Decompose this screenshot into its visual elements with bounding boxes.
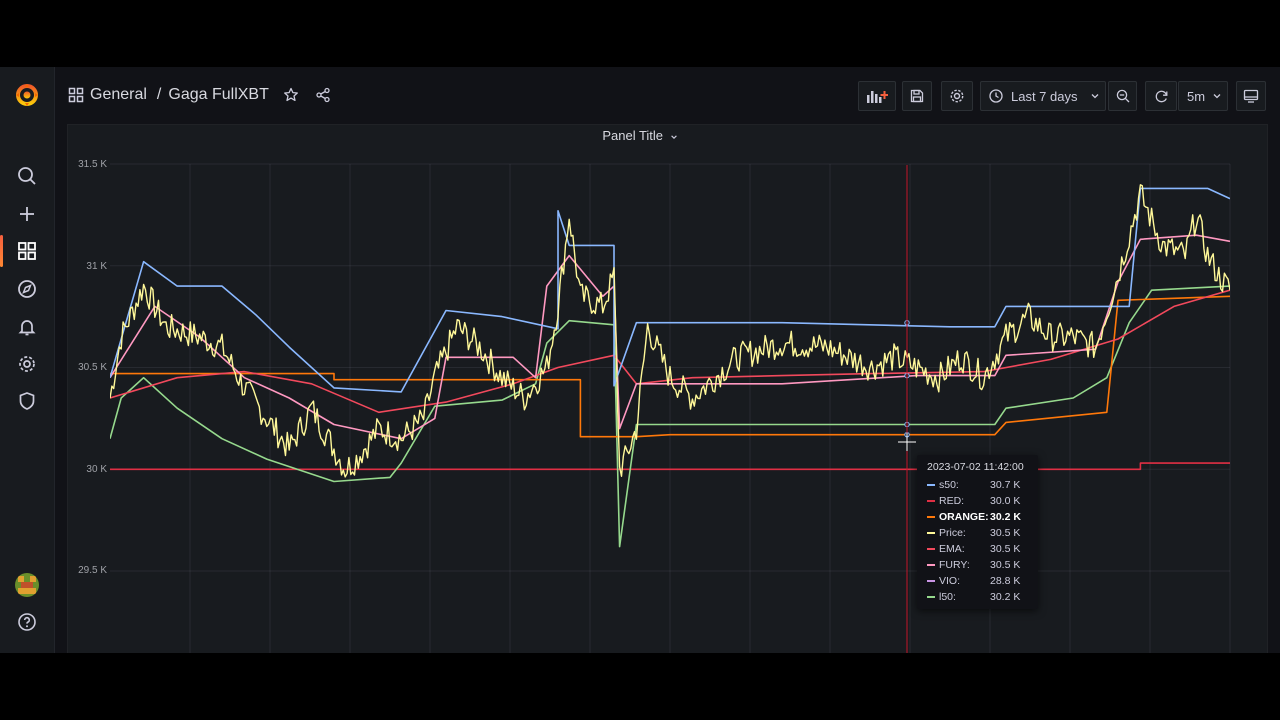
breadcrumb-dashboard-title[interactable]: Gaga FullXBT xyxy=(168,86,268,104)
breadcrumb: General / Gaga FullXBT xyxy=(68,84,331,106)
tooltip-series-swatch xyxy=(927,564,935,566)
tooltip-row: RED: 30.0 K xyxy=(927,493,1032,509)
bell-icon[interactable] xyxy=(15,315,39,339)
avatar[interactable] xyxy=(15,573,39,597)
plus-icon[interactable] xyxy=(15,202,39,226)
tooltip-series-swatch xyxy=(927,596,935,598)
panel-title[interactable]: Panel Title xyxy=(0,128,1280,143)
sidebar xyxy=(0,67,55,653)
tooltip-series-name: l50: xyxy=(939,591,956,603)
y-tick-label: 30 K xyxy=(86,464,107,475)
zoom-out-button[interactable] xyxy=(1108,81,1137,111)
dashboards-icon[interactable] xyxy=(15,239,39,263)
star-icon[interactable] xyxy=(283,87,299,103)
chevron-down-icon xyxy=(1212,91,1222,101)
refresh-interval-picker[interactable]: 5m xyxy=(1178,81,1228,111)
tooltip-series-swatch xyxy=(927,484,935,486)
dashboard-settings-button[interactable] xyxy=(941,81,973,111)
tooltip-series-value: 28.8 K xyxy=(990,575,1021,587)
tooltip-row: EMA: 30.5 K xyxy=(927,541,1032,557)
refresh-interval-label: 5m xyxy=(1187,88,1206,104)
tooltip-series-swatch xyxy=(927,548,935,550)
tooltip-series-value: 30.7 K xyxy=(990,479,1021,491)
tooltip-series-name: RED: xyxy=(939,495,965,507)
chevron-down-icon xyxy=(670,133,678,141)
tooltip-series-name: Price: xyxy=(939,527,966,539)
y-tick-label: 29.5 K xyxy=(78,565,107,576)
tooltip-series-swatch xyxy=(927,516,935,518)
dashboards-grid-icon[interactable] xyxy=(68,87,84,103)
tooltip-series-value: 30.5 K xyxy=(990,543,1021,555)
share-icon[interactable] xyxy=(315,87,331,103)
tv-mode-button[interactable] xyxy=(1236,81,1266,111)
time-series-panel xyxy=(67,124,1268,653)
tooltip-series-value: 30.0 K xyxy=(990,495,1021,507)
tooltip-series-swatch xyxy=(927,532,935,534)
tooltip-series-swatch xyxy=(927,500,935,502)
tooltip-series-value: 30.2 K xyxy=(990,591,1021,603)
breadcrumb-separator: / xyxy=(156,86,162,103)
tooltip-row: s50: 30.7 K xyxy=(927,477,1032,493)
tooltip-row: ORANGE: 30.2 K xyxy=(927,509,1032,525)
clock-icon xyxy=(989,89,1003,103)
save-dashboard-button[interactable] xyxy=(902,81,932,111)
breadcrumb-folder[interactable]: General xyxy=(90,86,147,104)
tooltip-series-name: ORANGE: xyxy=(939,511,989,523)
add-panel-button[interactable] xyxy=(858,81,896,111)
chevron-down-icon xyxy=(1090,91,1100,101)
help-icon[interactable] xyxy=(15,610,39,634)
refresh-button[interactable] xyxy=(1145,81,1177,111)
tooltip-row: l50: 30.2 K xyxy=(927,589,1032,605)
tooltip-row: FURY: 30.5 K xyxy=(927,557,1032,573)
tooltip-series-value: 30.5 K xyxy=(990,527,1021,539)
tooltip-series-swatch xyxy=(927,580,935,582)
grafana-logo-icon[interactable] xyxy=(14,82,40,108)
tooltip-row: Price: 30.5 K xyxy=(927,525,1032,541)
y-tick-label: 31.5 K xyxy=(78,159,107,170)
y-tick-label: 30.5 K xyxy=(78,362,107,373)
top-navbar: General / Gaga FullXBT Last 7 days 5m xyxy=(54,67,1280,123)
shield-icon[interactable] xyxy=(15,389,39,413)
grafana-app: General / Gaga FullXBT Last 7 days 5m xyxy=(0,67,1280,653)
tooltip-row: VIO: 28.8 K xyxy=(927,573,1032,589)
tooltip-series-value: 30.5 K xyxy=(990,559,1021,571)
tooltip-series-name: FURY: xyxy=(939,559,970,571)
chart-tooltip: 2023-07-02 11:42:00 s50: 30.7 K RED: 30.0 K… xyxy=(917,455,1038,609)
compass-icon[interactable] xyxy=(15,277,39,301)
active-nav-indicator xyxy=(0,235,3,267)
panel-title-text: Panel Title xyxy=(602,128,664,143)
y-tick-label: 31 K xyxy=(86,261,107,272)
tooltip-series-value: 30.2 K xyxy=(990,511,1021,523)
tooltip-timestamp: 2023-07-02 11:42:00 xyxy=(927,461,1024,473)
time-range-label: Last 7 days xyxy=(1011,88,1078,104)
gear-icon[interactable] xyxy=(15,352,39,376)
search-icon[interactable] xyxy=(15,164,39,188)
tooltip-series-name: s50: xyxy=(939,479,959,491)
tooltip-series-name: EMA: xyxy=(939,543,965,555)
time-range-picker[interactable]: Last 7 days xyxy=(980,81,1106,111)
tooltip-series-name: VIO: xyxy=(939,575,961,587)
